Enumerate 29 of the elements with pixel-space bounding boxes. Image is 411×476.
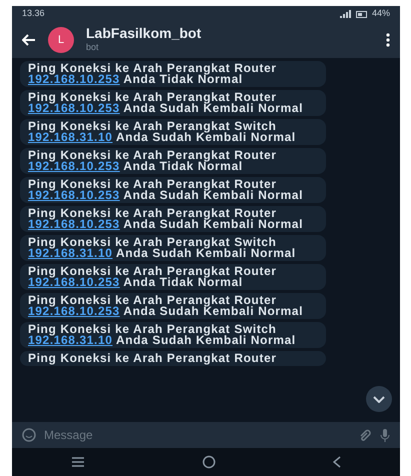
message-text: Ping Koneksi ke Arah Perangkat Switch 192.168.31.10 Anda Sudah Kembali Normal — [28, 121, 297, 143]
chat-title: LabFasilkom_bot — [86, 26, 202, 41]
recent-apps-icon[interactable] — [70, 457, 85, 467]
emoji-icon[interactable] — [22, 428, 36, 442]
battery-icon — [356, 10, 368, 18]
microphone-icon[interactable] — [380, 428, 390, 442]
message-text: Ping Koneksi ke Arah Perangkat Router 192.168.10.253 Anda Tidak Normal — [28, 63, 278, 85]
chat-subtitle: bot — [86, 40, 100, 54]
message-text: Ping Koneksi ke Arah Perangkat Switch 192.168.31.10 Anda Sudah Kembali Normal — [28, 237, 297, 259]
message-text: Ping Koneksi ke Arah Perangkat Router 192.168.10.253 Anda Sudah Kembali Normal — [28, 208, 304, 230]
status-time: 13.36 — [22, 7, 45, 20]
chevron-down-icon — [373, 396, 385, 402]
attach-icon[interactable] — [358, 428, 372, 442]
back-icon[interactable] — [22, 34, 36, 46]
message-text: Ping Koneksi ke Arah Perangkat Router 192.168.10.253 Anda Sudah Kembali Normal — [28, 179, 304, 201]
battery-level: 44% — [372, 7, 390, 20]
menu-icon[interactable] — [386, 33, 390, 47]
back-nav-icon[interactable] — [333, 456, 342, 468]
message-text: Ping Koneksi ke Arah Perangkat Router 192.168.10.253 Anda Sudah Kembali Normal — [28, 295, 304, 317]
avatar: L — [48, 27, 74, 53]
message-text: Ping Koneksi ke Arah Perangkat Router 192.168.10.253 Anda Sudah Kembali Normal — [28, 92, 304, 114]
message-field[interactable]: Message — [44, 426, 350, 444]
home-icon[interactable] — [202, 455, 216, 469]
signal-icon — [340, 10, 352, 18]
message-bar[interactable]: Message — [12, 422, 400, 448]
message-text: Ping Koneksi ke Arah Perangkat Router — [28, 353, 278, 364]
message-text: Ping Koneksi ke Arah Perangkat Router 192.168.10.253 Anda Tidak Normal — [28, 266, 278, 288]
message-text: Ping Koneksi ke Arah Perangkat Switch 192.168.31.10 Anda Sudah Kembali Normal — [28, 324, 297, 346]
message-text: Ping Koneksi ke Arah Perangkat Router 192.168.10.253 Anda Tidak Normal — [28, 150, 278, 172]
